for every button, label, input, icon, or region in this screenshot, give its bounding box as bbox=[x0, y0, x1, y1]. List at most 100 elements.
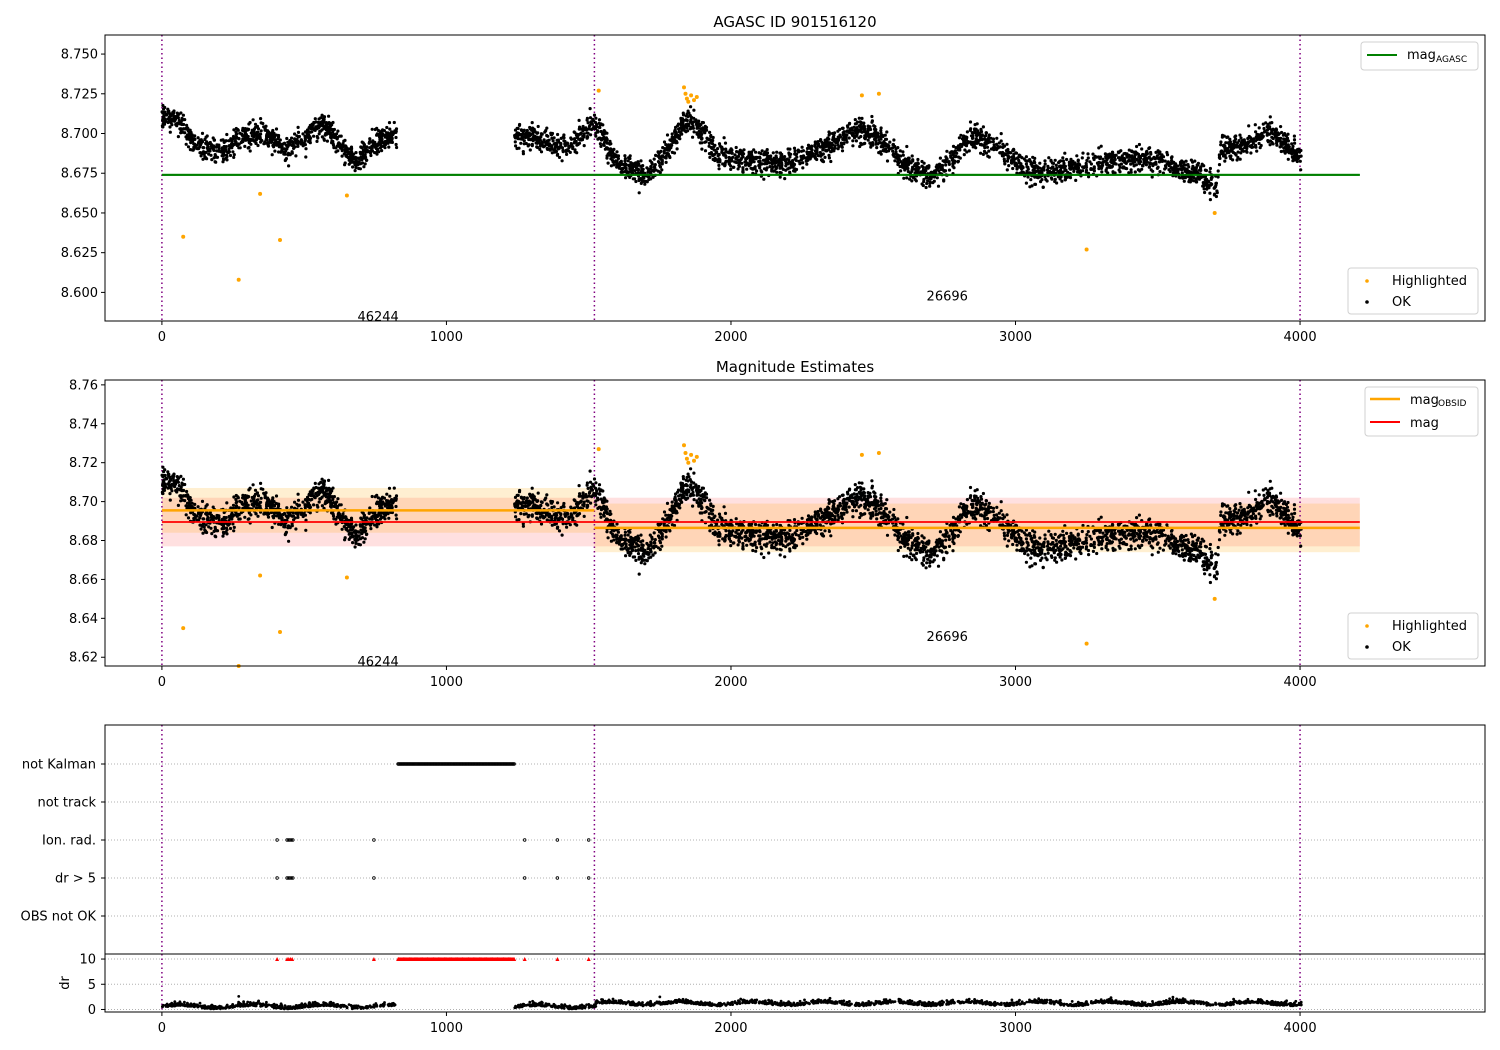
ok-point bbox=[244, 138, 248, 142]
ok-point bbox=[301, 500, 305, 504]
ok-point bbox=[1005, 168, 1009, 172]
ok-point bbox=[1259, 143, 1263, 148]
ok-point bbox=[217, 516, 221, 520]
ok-point bbox=[1239, 151, 1243, 155]
ok-point bbox=[294, 527, 298, 531]
ok-point bbox=[569, 142, 573, 146]
ok-point bbox=[1150, 157, 1154, 161]
ok-point bbox=[780, 166, 784, 170]
ok-point bbox=[854, 122, 858, 126]
ok-point bbox=[765, 148, 769, 152]
ok-point bbox=[528, 125, 532, 130]
ok-point bbox=[743, 163, 748, 167]
ok-point bbox=[789, 152, 793, 156]
ok-point bbox=[331, 514, 336, 518]
ok-point bbox=[681, 113, 686, 117]
ok-point bbox=[252, 496, 256, 500]
agasc-magnitude-panel: AGASC ID 90151612046244266960 1000 2000 300… bbox=[61, 13, 1486, 345]
ok-point bbox=[317, 117, 321, 121]
ok-point bbox=[692, 108, 696, 112]
y-tick-label: 8.625 bbox=[61, 246, 98, 261]
ok-point bbox=[539, 150, 544, 154]
ok-point bbox=[162, 488, 167, 492]
ok-point bbox=[632, 162, 636, 166]
ok-point bbox=[394, 497, 398, 501]
ok-point bbox=[679, 132, 684, 136]
figure: AGASC ID 90151612046244266960 1000 2000 300… bbox=[21, 13, 1486, 1036]
ok-point bbox=[375, 133, 379, 137]
ok-point bbox=[916, 167, 920, 172]
ok-point bbox=[1029, 162, 1033, 166]
ok-point bbox=[646, 167, 650, 171]
ok-point bbox=[310, 122, 314, 126]
ok-point bbox=[985, 145, 990, 149]
x-tick-label: 0 bbox=[158, 330, 166, 345]
ok-point bbox=[1012, 152, 1016, 156]
ok-point bbox=[212, 145, 216, 149]
ok-point bbox=[324, 131, 328, 136]
ok-point bbox=[665, 133, 670, 137]
ok-point bbox=[758, 155, 762, 159]
ok-point bbox=[629, 168, 633, 172]
ok-point bbox=[1142, 158, 1146, 162]
ok-point bbox=[840, 145, 844, 149]
ok-point bbox=[234, 513, 238, 517]
ok-point bbox=[926, 179, 930, 183]
ok-point bbox=[878, 150, 883, 154]
ok-point bbox=[886, 145, 890, 149]
ok-point bbox=[169, 118, 173, 122]
ok-point bbox=[1250, 138, 1254, 142]
ok-point bbox=[1093, 154, 1097, 158]
ok-point bbox=[1013, 157, 1018, 161]
ok-point bbox=[676, 124, 680, 128]
ok-point bbox=[982, 149, 987, 153]
ok-point bbox=[1191, 171, 1195, 175]
ok-point bbox=[1119, 162, 1123, 166]
ok-point bbox=[249, 499, 253, 503]
ok-point bbox=[370, 127, 374, 131]
ok-point bbox=[800, 145, 804, 149]
ok-point bbox=[824, 149, 828, 153]
ok-point bbox=[612, 163, 616, 167]
ok-point bbox=[585, 116, 590, 120]
ok-point bbox=[247, 511, 251, 515]
ok-point bbox=[1219, 143, 1223, 147]
ok-point bbox=[662, 140, 667, 144]
ok-point bbox=[562, 136, 566, 140]
ok-point bbox=[1038, 161, 1042, 165]
ok-point bbox=[312, 134, 316, 138]
ok-point bbox=[324, 500, 328, 504]
ok-point bbox=[299, 138, 303, 142]
ok-point bbox=[395, 145, 399, 150]
ok-point bbox=[1217, 154, 1222, 158]
ok-point bbox=[220, 527, 224, 531]
ok-point bbox=[863, 127, 867, 131]
ok-point bbox=[372, 514, 377, 519]
ok-point bbox=[723, 164, 727, 168]
ok-point bbox=[176, 135, 180, 139]
ok-point bbox=[855, 126, 859, 130]
ok-point bbox=[615, 159, 619, 163]
ok-point bbox=[797, 159, 801, 163]
ok-point bbox=[684, 130, 688, 134]
ok-point bbox=[774, 154, 778, 158]
ok-point bbox=[563, 144, 568, 148]
ok-point bbox=[623, 159, 627, 163]
ok-point bbox=[741, 155, 745, 159]
ok-point bbox=[198, 139, 202, 144]
ok-point bbox=[1114, 162, 1118, 166]
ok-point bbox=[929, 176, 933, 181]
ok-point bbox=[363, 537, 367, 541]
ok-point bbox=[307, 126, 311, 130]
ok-point bbox=[593, 120, 598, 125]
ok-point bbox=[383, 504, 387, 508]
ok-point bbox=[961, 136, 965, 140]
ok-point bbox=[815, 146, 819, 150]
ok-point bbox=[639, 164, 643, 168]
ok-point bbox=[848, 127, 852, 131]
ok-point bbox=[973, 123, 977, 127]
ok-point bbox=[1284, 145, 1288, 149]
ok-point bbox=[575, 151, 579, 155]
ok-point bbox=[760, 149, 764, 153]
ok-point bbox=[161, 491, 165, 496]
